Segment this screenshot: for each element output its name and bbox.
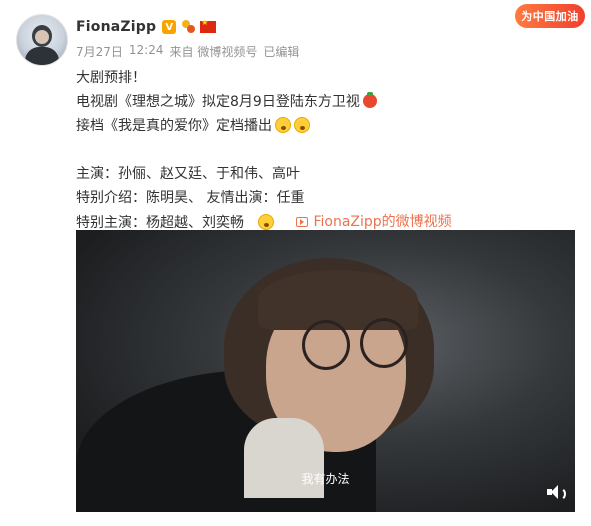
post-line: 大剧预排！ bbox=[76, 70, 146, 86]
post-date[interactable]: 7月27日 bbox=[76, 43, 123, 60]
avatar-body bbox=[25, 47, 59, 65]
video-link-icon bbox=[296, 217, 309, 227]
post-meta: 7月27日 12:24 来自 微博视频号 已编辑 bbox=[76, 43, 305, 60]
video-figure-glasses-right bbox=[360, 318, 408, 368]
post-content: 大剧预排！ 电视剧《理想之城》拟定8月9日登陆东方卫视 接档《我是真的爱你》定档… bbox=[76, 66, 576, 234]
post-header: FionaZipp V 7月27日 12:24 来自 微博视频号 已编辑 bbox=[76, 17, 305, 60]
post-line: 电视剧《理想之城》拟定8月9日登陆东方卫视 bbox=[76, 90, 576, 114]
cheer-china-banner[interactable]: 为中国加油 bbox=[515, 4, 585, 28]
verified-badge-icon[interactable]: V bbox=[162, 20, 177, 34]
post-line: 接档《我是真的爱你》定档播出 bbox=[76, 114, 576, 138]
video-figure-glasses-left bbox=[302, 320, 350, 370]
volume-icon[interactable] bbox=[547, 484, 566, 501]
scream-emoji-icon bbox=[258, 214, 274, 230]
avatar[interactable] bbox=[16, 14, 68, 66]
tomato-emoji-icon bbox=[362, 92, 377, 108]
scream-emoji-icon bbox=[275, 117, 291, 133]
medal-icon[interactable] bbox=[180, 20, 196, 34]
name-row: FionaZipp V bbox=[76, 17, 305, 37]
post-source[interactable]: 来自 微博视频号 bbox=[170, 43, 258, 60]
scream-emoji-icon bbox=[294, 117, 310, 133]
video-player[interactable]: 我有办法 bbox=[76, 230, 575, 512]
username[interactable]: FionaZipp bbox=[76, 19, 156, 35]
video-subtitle: 我有办法 bbox=[301, 472, 350, 486]
weibo-post-card: FionaZipp V 7月27日 12:24 来自 微博视频号 已编辑 为中国… bbox=[0, 0, 591, 526]
post-line: 特别介绍：陈明昊、 友情出演：任重 bbox=[76, 190, 305, 206]
avatar-face bbox=[35, 30, 49, 44]
post-time[interactable]: 12:24 bbox=[129, 43, 164, 60]
edited-label[interactable]: 已编辑 bbox=[263, 43, 299, 60]
china-flag-icon bbox=[200, 18, 217, 33]
post-line: 主演：孙俪、赵又廷、于和伟、高叶 bbox=[76, 166, 300, 182]
